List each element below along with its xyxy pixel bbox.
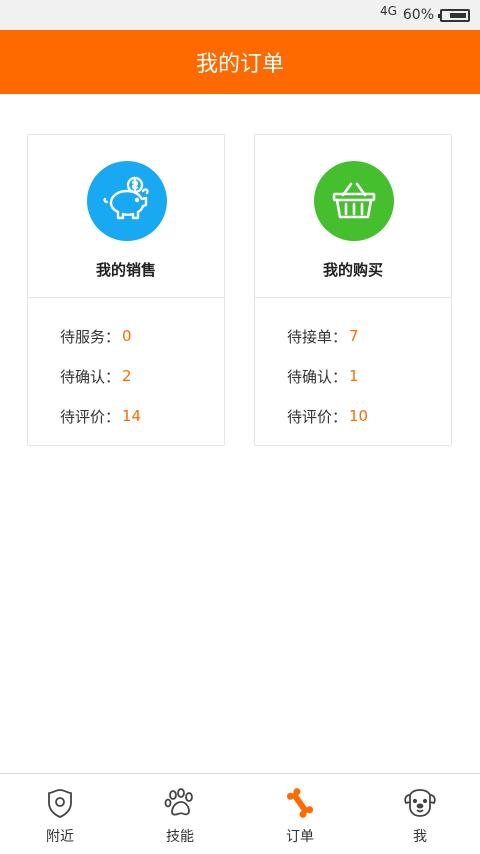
row-count: 7 [349, 327, 359, 345]
tab-me[interactable]: 我 [360, 774, 480, 854]
shopping-basket-icon [314, 161, 394, 241]
row-label: 待评价： [60, 407, 121, 426]
sales-pending-review-row[interactable]: 待评价： 14 [28, 396, 224, 436]
purchases-card-title: 我的购买 [322, 261, 383, 279]
sales-stats: 待服务： 0 待确认： 2 待评价： 14 [28, 298, 224, 436]
bone-icon [283, 786, 317, 820]
tab-label: 我 [413, 829, 427, 845]
sales-pending-service-row[interactable]: 待服务： 0 [28, 316, 224, 356]
piggy-bank-icon [87, 161, 167, 241]
tab-nearby[interactable]: 附近 [0, 774, 120, 854]
row-label: 待服务： [60, 327, 121, 346]
purchases-pending-accept-row[interactable]: 待接单： 7 [255, 316, 451, 356]
status-indicators: 4G 60% [380, 4, 470, 26]
row-count: 10 [349, 407, 369, 425]
order-cards: 我的销售 待服务： 0 待确认： 2 待评价： 14 我的购买 待接单： 7 待… [27, 134, 453, 448]
sales-card-title: 我的销售 [95, 261, 156, 279]
sales-card[interactable]: 我的销售 待服务： 0 待确认： 2 待评价： 14 [27, 134, 225, 446]
sales-card-header[interactable]: 我的销售 [28, 135, 224, 298]
row-count: 0 [122, 327, 132, 345]
battery-percent: 60% [402, 7, 434, 23]
paw-icon [163, 786, 197, 820]
row-label: 待评价： [287, 407, 348, 426]
page-title: 我的订单 [195, 52, 284, 77]
purchases-card-header[interactable]: 我的购买 [255, 135, 451, 298]
tab-label: 技能 [166, 829, 194, 845]
purchases-card[interactable]: 我的购买 待接单： 7 待确认： 1 待评价： 10 [254, 134, 452, 446]
row-label: 待接单： [287, 327, 348, 346]
sales-pending-confirm-row[interactable]: 待确认： 2 [28, 356, 224, 396]
purchases-stats: 待接单： 7 待确认： 1 待评价： 10 [255, 298, 451, 436]
tab-label: 附近 [46, 829, 74, 845]
tab-orders[interactable]: 订单 [240, 774, 360, 854]
purchases-pending-review-row[interactable]: 待评价： 10 [255, 396, 451, 436]
row-count: 14 [122, 407, 142, 425]
page-header: 我的订单 [0, 30, 480, 94]
row-count: 1 [349, 367, 359, 385]
row-label: 待确认： [60, 367, 121, 386]
location-icon [43, 786, 77, 820]
row-label: 待确认： [287, 367, 348, 386]
purchases-pending-confirm-row[interactable]: 待确认： 1 [255, 356, 451, 396]
row-count: 2 [122, 367, 132, 385]
network-indicator: 4G [379, 4, 397, 18]
tab-label: 订单 [286, 829, 314, 845]
dog-face-icon [403, 786, 437, 820]
tab-skills[interactable]: 技能 [120, 774, 240, 854]
status-bar: 4G 60% [0, 0, 480, 30]
bottom-tab-bar: 附近 技能 订单 我 [0, 773, 480, 854]
battery-icon [438, 8, 470, 22]
